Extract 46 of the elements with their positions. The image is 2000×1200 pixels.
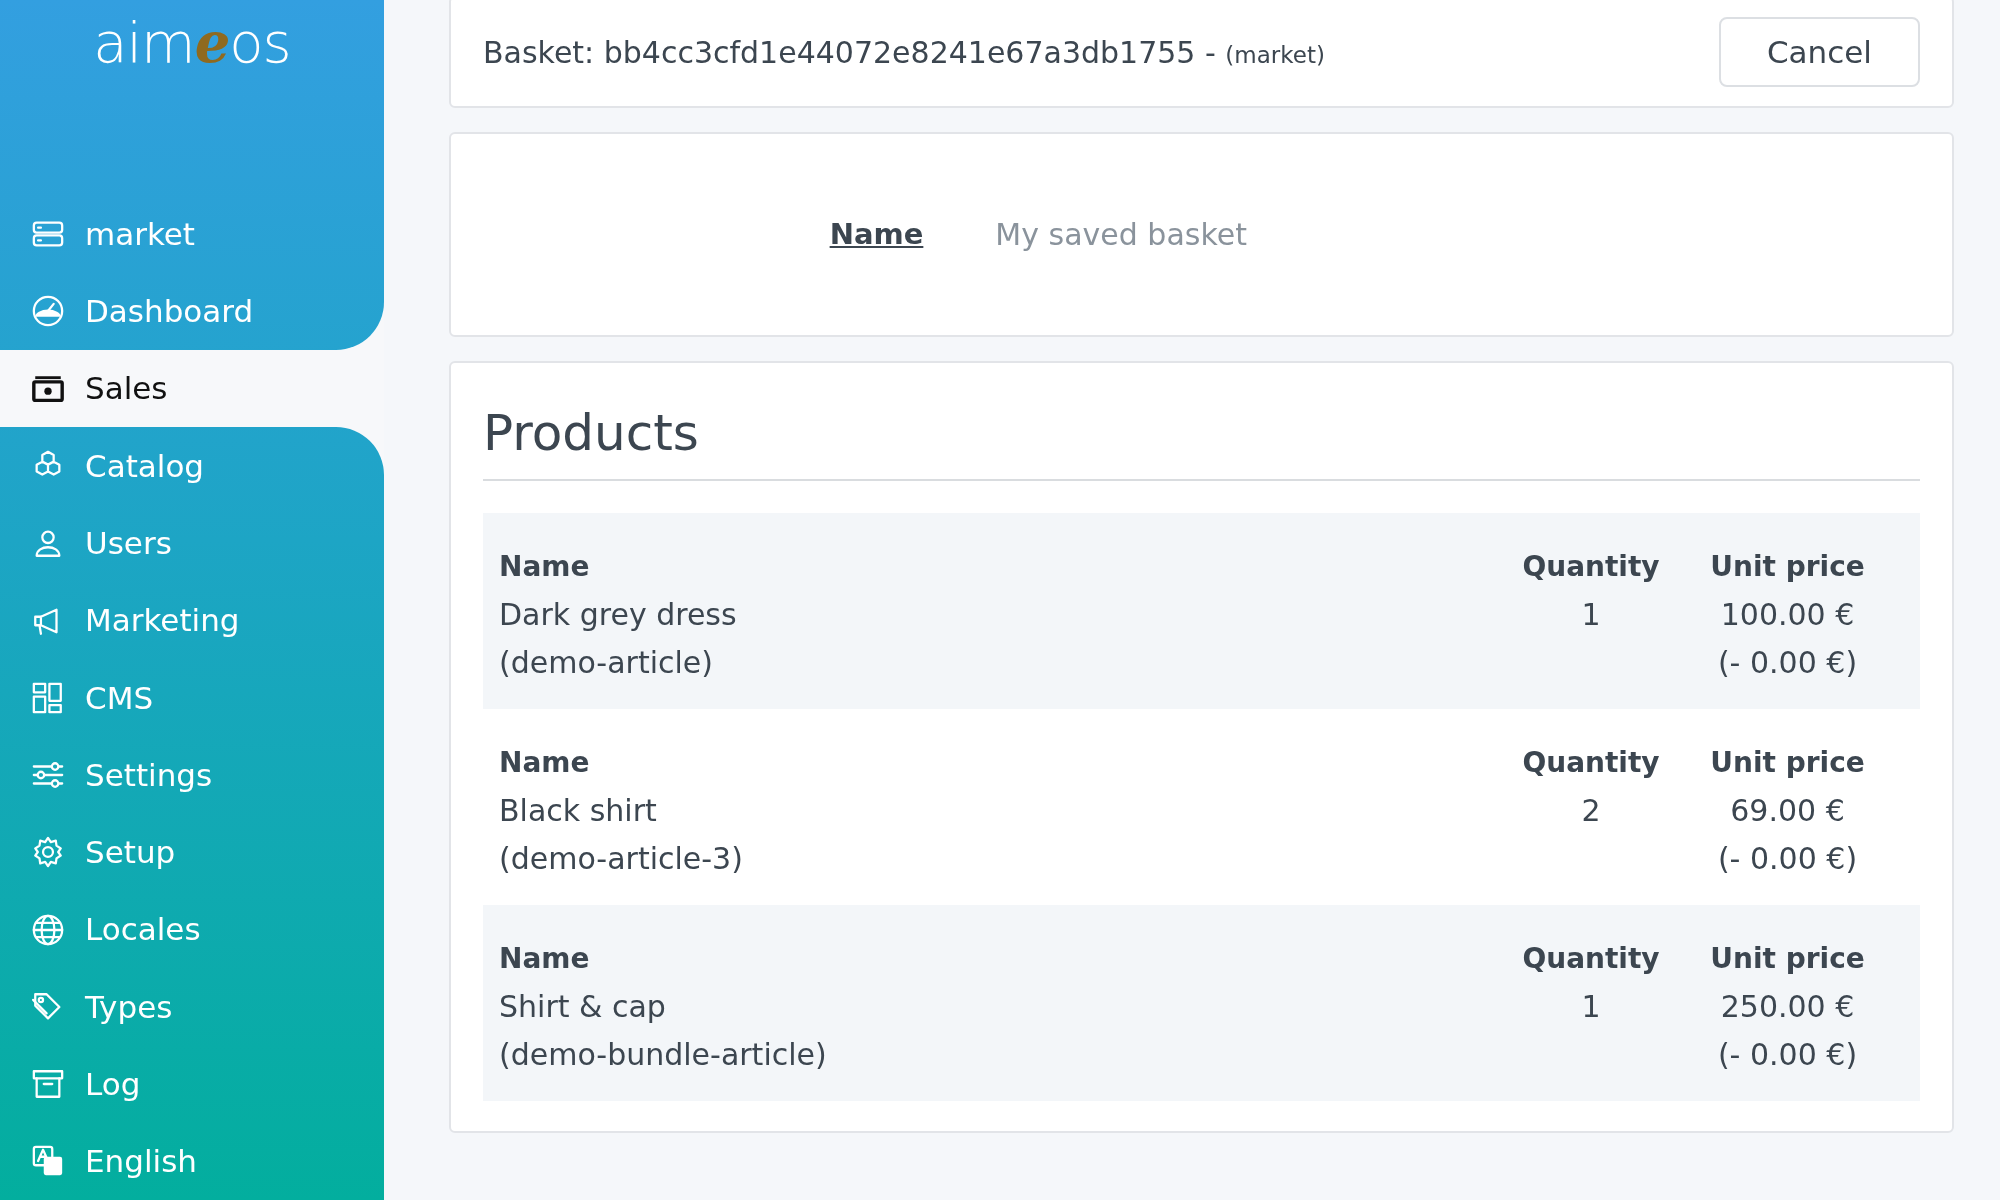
sidebar-item[interactable]: Dashboard	[0, 272, 384, 351]
column-label: Quantity	[1521, 745, 1661, 781]
sidebar-item[interactable]: Settings	[0, 736, 384, 814]
quantity-value: 1	[1580, 988, 1602, 1026]
product-code: (demo-bundle-article)	[499, 1036, 828, 1074]
sidebar-item[interactable]: Log	[0, 1045, 384, 1123]
quantity-value: 2	[1580, 792, 1602, 830]
cancel-button[interactable]: Cancel	[1718, 16, 1920, 88]
sidebar-item[interactable]: Types	[0, 968, 384, 1046]
sidebar-item[interactable]: English	[0, 1122, 384, 1200]
column-label: Unit price	[1709, 549, 1866, 585]
grid-icon	[31, 680, 65, 715]
product-name: Dark grey dress	[499, 596, 738, 634]
column-label: Name	[499, 549, 591, 585]
unit-price: 69.00 €	[1729, 792, 1846, 830]
column-label: Unit price	[1709, 941, 1866, 977]
sidebar-item[interactable]: Users	[0, 504, 384, 582]
sidebar-item[interactable]: Setup	[0, 813, 384, 891]
sidebar-item[interactable]: CMS	[0, 659, 384, 737]
unit-price: 250.00 €	[1719, 988, 1856, 1026]
column-label: Quantity	[1521, 549, 1661, 585]
rebate-value: (- 0.00 €)	[1716, 644, 1859, 682]
column-label: Unit price	[1709, 745, 1866, 781]
sidebar-item[interactable]: Catalog	[0, 427, 384, 505]
gear-icon	[31, 835, 65, 870]
column-label: Name	[499, 941, 591, 977]
unit-price: 100.00 €	[1719, 596, 1856, 634]
column-label: Quantity	[1521, 941, 1661, 977]
quantity-value: 1	[1580, 596, 1602, 634]
name-field[interactable]: My saved basket	[993, 211, 1354, 258]
product-name: Shirt & cap	[499, 988, 667, 1026]
product-code: (demo-article-3)	[499, 840, 744, 878]
rebate-value: (- 0.00 €)	[1716, 840, 1859, 878]
sidebar-item[interactable]: Marketing	[0, 581, 384, 660]
column-label: Name	[499, 745, 591, 781]
basket-title: Basket: bb4cc3cfd1e44072e8241e67a3db1755 - (market)	[483, 33, 1325, 72]
sidebar-item[interactable]: market	[0, 195, 384, 273]
sidebar-item[interactable]: Locales	[0, 890, 384, 969]
product-name: Black shirt	[499, 792, 658, 830]
field-label: Name	[829, 215, 924, 253]
section-title: Products	[483, 403, 1920, 481]
logo: aimeos	[93, 14, 291, 77]
globe-icon	[31, 912, 65, 947]
rebate-value: (- 0.00 €)	[1716, 1036, 1859, 1074]
speedometer-icon	[31, 294, 65, 329]
product-code: (demo-article)	[499, 644, 714, 682]
